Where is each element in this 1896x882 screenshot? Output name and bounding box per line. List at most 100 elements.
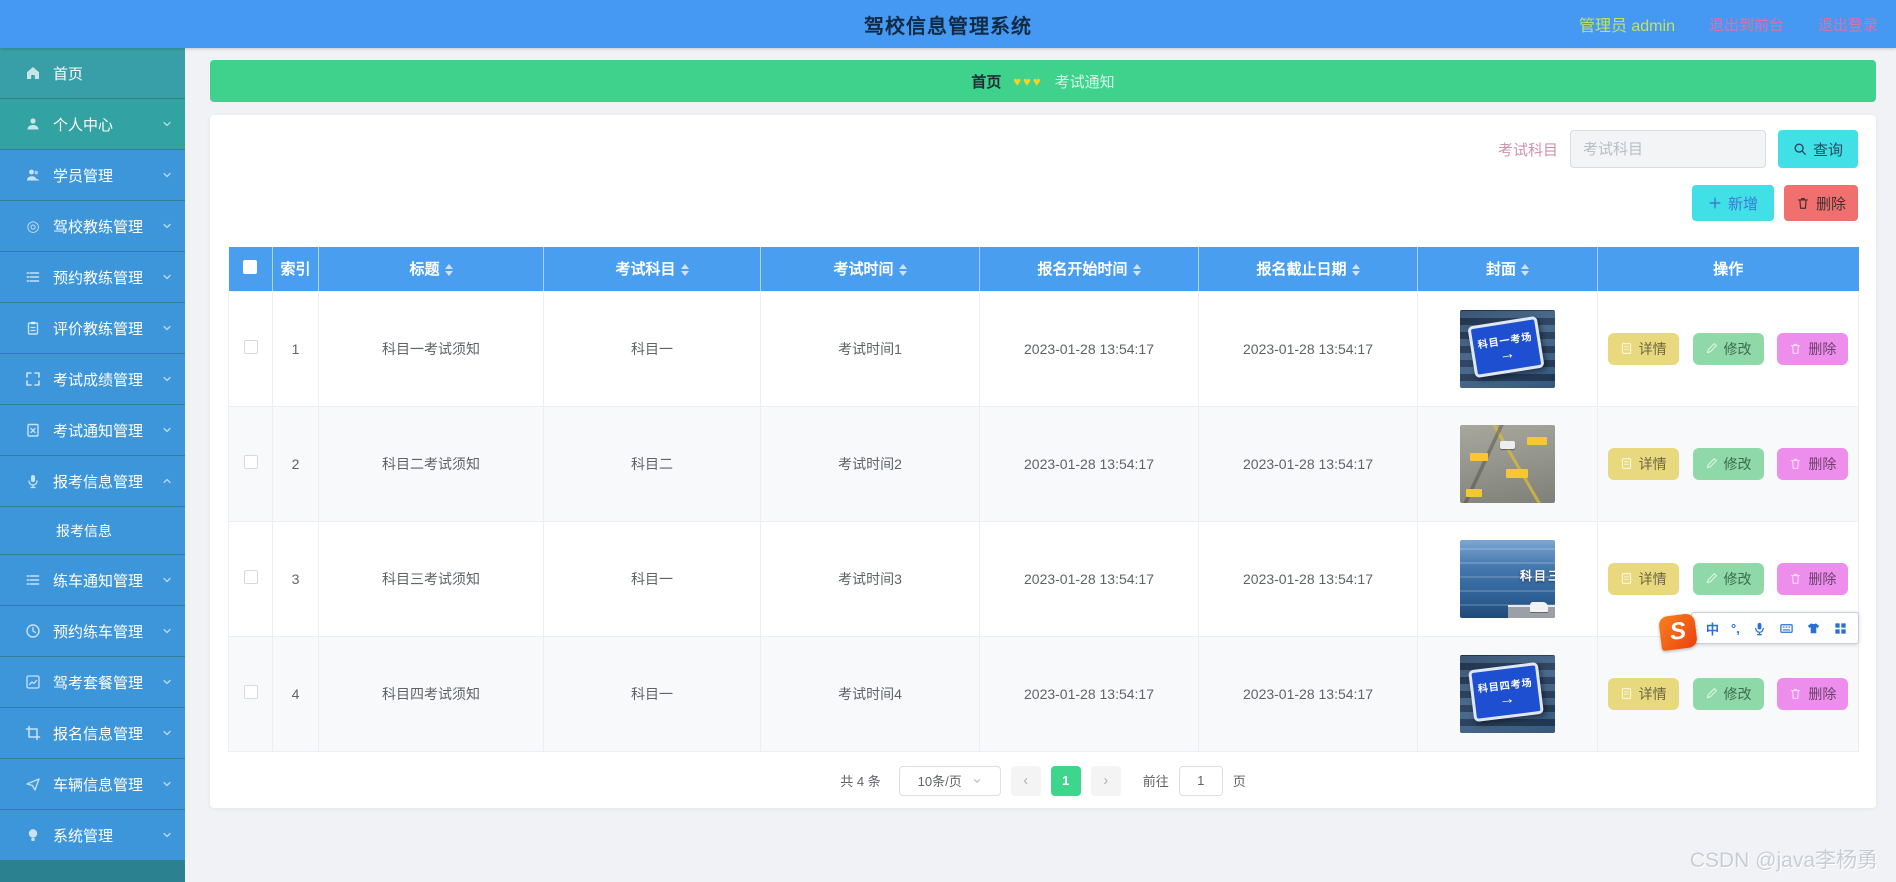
detail-button[interactable]: 详情 bbox=[1607, 332, 1679, 365]
sidebar-item-system-mgmt[interactable]: 系统管理 bbox=[0, 810, 185, 861]
table-row: 2 科目二考试须知 科目二 考试时间2 2023-01-28 13:54:17 … bbox=[228, 405, 1859, 522]
sidebar-item-label: 报名信息管理 bbox=[53, 725, 144, 743]
row-checkbox[interactable] bbox=[243, 340, 258, 354]
detail-button[interactable]: 详情 bbox=[1607, 562, 1679, 595]
table-row: 1 科目一考试须知 科目一 考试时间1 2023-01-28 13:54:17 … bbox=[228, 290, 1859, 407]
crop-icon bbox=[24, 724, 42, 742]
toolbox-icon[interactable] bbox=[1833, 621, 1848, 636]
goto-label: 前往 bbox=[1142, 774, 1169, 789]
column-header-reg-deadline[interactable]: 报名截止日期 bbox=[1198, 247, 1418, 291]
sidebar-item-coach-review[interactable]: 评价教练管理 bbox=[0, 303, 185, 354]
sort-carets-icon[interactable] bbox=[444, 264, 453, 277]
cover-image[interactable]: 科目四考场 → bbox=[1460, 654, 1555, 733]
cover-image[interactable]: 科目一考场 → bbox=[1460, 309, 1555, 388]
sort-carets-icon[interactable] bbox=[680, 264, 689, 277]
clipboard-icon bbox=[24, 319, 42, 337]
cover-image[interactable] bbox=[1460, 424, 1555, 503]
sort-carets-icon[interactable] bbox=[1132, 264, 1141, 277]
sidebar-item-label: 首页 bbox=[53, 65, 84, 83]
row-checkbox[interactable] bbox=[243, 685, 258, 699]
column-header-title[interactable]: 标题 bbox=[318, 247, 544, 291]
sidebar-item-personal-center[interactable]: 个人中心 bbox=[0, 99, 185, 150]
chevron-down-icon bbox=[161, 625, 173, 637]
table-row: 4 科目四考试须知 科目一 考试时间4 2023-01-28 13:54:17 … bbox=[228, 635, 1859, 752]
chevron-up-icon bbox=[161, 475, 173, 487]
exit-to-front-link[interactable]: 退出到前台 bbox=[1709, 14, 1784, 35]
cell-reg-start: 2023-01-28 13:54:17 bbox=[979, 405, 1199, 522]
query-button[interactable]: 查询 bbox=[1778, 130, 1858, 168]
goto-page-input[interactable] bbox=[1178, 765, 1223, 796]
microphone-icon[interactable] bbox=[1752, 621, 1767, 636]
edit-button[interactable]: 修改 bbox=[1692, 447, 1764, 480]
search-input[interactable] bbox=[1570, 130, 1766, 168]
sort-carets-icon[interactable] bbox=[1351, 264, 1360, 277]
column-header-cover[interactable]: 封面 bbox=[1417, 247, 1598, 291]
delete-button[interactable]: 删除 bbox=[1777, 562, 1849, 595]
pencil-icon bbox=[1705, 342, 1718, 355]
current-page-button[interactable]: 1 bbox=[1050, 765, 1081, 796]
table-toolbar: 新增 删除 bbox=[228, 185, 1858, 221]
detail-button[interactable]: 详情 bbox=[1607, 447, 1679, 480]
sidebar-item-signup-info[interactable]: 报名信息管理 bbox=[0, 708, 185, 759]
sidebar-item-vehicle-info[interactable]: 车辆信息管理 bbox=[0, 759, 185, 810]
sidebar-item-label: 车辆信息管理 bbox=[53, 776, 144, 794]
sidebar-item-coach-booking[interactable]: 预约教练管理 bbox=[0, 252, 185, 303]
cell-title: 科目一考试须知 bbox=[318, 290, 544, 407]
delete-button[interactable]: 删除 bbox=[1777, 447, 1849, 480]
cell-reg-deadline: 2023-01-28 13:54:17 bbox=[1198, 520, 1418, 637]
breadcrumb-home[interactable]: 首页 bbox=[971, 71, 1001, 92]
sogou-logo-icon[interactable]: S bbox=[1658, 612, 1698, 652]
sort-carets-icon[interactable] bbox=[898, 264, 907, 277]
table-header-row: 索引 标题 考试科目 考试时间 报名开始时间 报名截止日期 封面 操作 bbox=[228, 247, 1859, 291]
sidebar-item-exam-packages[interactable]: 驾考套餐管理 bbox=[0, 657, 185, 708]
document-x-icon bbox=[24, 421, 42, 439]
fullscreen-icon bbox=[24, 370, 42, 388]
user-icon bbox=[24, 115, 42, 133]
punctuation-icon[interactable]: °, bbox=[1731, 621, 1740, 636]
sidebar-item-home[interactable]: 首页 bbox=[0, 48, 185, 99]
sidebar-item-registration-info-mgmt[interactable]: 报考信息管理 bbox=[0, 456, 185, 507]
edit-button[interactable]: 修改 bbox=[1692, 677, 1764, 710]
trash-icon bbox=[1789, 687, 1802, 700]
data-table: 索引 标题 考试科目 考试时间 报名开始时间 报名截止日期 封面 操作 1 科目… bbox=[228, 247, 1859, 752]
edit-button[interactable]: 修改 bbox=[1692, 562, 1764, 595]
sidebar-item-practice-booking[interactable]: 预约练车管理 bbox=[0, 606, 185, 657]
column-header-subject[interactable]: 考试科目 bbox=[543, 247, 761, 291]
header-right-links: 管理员 admin 退出到前台 退出登录 bbox=[1579, 0, 1878, 48]
breadcrumb-current: 考试通知 bbox=[1054, 73, 1115, 91]
sidebar-item-students[interactable]: 学员管理 bbox=[0, 150, 185, 201]
edit-button[interactable]: 修改 bbox=[1692, 332, 1764, 365]
row-checkbox[interactable] bbox=[243, 455, 258, 469]
delete-button[interactable]: 删除 bbox=[1777, 332, 1849, 365]
column-header-index[interactable]: 索引 bbox=[272, 247, 319, 291]
keyboard-icon[interactable] bbox=[1779, 621, 1794, 636]
column-header-reg-start[interactable]: 报名开始时间 bbox=[979, 247, 1199, 291]
delete-button[interactable]: 删除 bbox=[1777, 677, 1849, 710]
sidebar-item-label: 考试通知管理 bbox=[53, 422, 144, 440]
sidebar-item-exam-scores[interactable]: 考试成绩管理 bbox=[0, 354, 185, 405]
add-button[interactable]: 新增 bbox=[1692, 185, 1774, 221]
prev-page-button[interactable]: ‹ bbox=[1010, 765, 1041, 796]
delete-selected-button[interactable]: 删除 bbox=[1784, 185, 1858, 221]
sidebar-item-label: 练车通知管理 bbox=[53, 572, 144, 590]
row-checkbox[interactable] bbox=[243, 570, 258, 584]
pencil-icon bbox=[1705, 572, 1718, 585]
goto-page-suffix: 页 bbox=[1232, 774, 1246, 789]
sidebar-item-exam-notice[interactable]: 考试通知管理 bbox=[0, 405, 185, 456]
next-page-button[interactable]: › bbox=[1090, 765, 1121, 796]
skin-icon[interactable] bbox=[1806, 621, 1821, 636]
sidebar-subitem-registration-info[interactable]: 报考信息 bbox=[0, 507, 185, 555]
select-all-checkbox[interactable] bbox=[243, 259, 258, 274]
sidebar-item-label: 考试成绩管理 bbox=[53, 371, 144, 389]
sort-carets-icon[interactable] bbox=[1521, 264, 1529, 277]
logout-link[interactable]: 退出登录 bbox=[1818, 14, 1878, 35]
column-header-exam-time[interactable]: 考试时间 bbox=[760, 247, 980, 291]
sidebar-item-practice-notice[interactable]: 练车通知管理 bbox=[0, 555, 185, 606]
sidebar-item-coaches[interactable]: ◎ 驾校教练管理 bbox=[0, 201, 185, 252]
detail-button[interactable]: 详情 bbox=[1607, 677, 1679, 710]
page-size-select[interactable]: 10条/页 bbox=[898, 765, 1001, 796]
chinese-mode-icon[interactable]: 中 bbox=[1706, 619, 1719, 638]
chevron-down-icon bbox=[161, 118, 173, 130]
cell-index: 2 bbox=[272, 405, 319, 522]
cover-image[interactable]: 科目三考试 bbox=[1460, 539, 1555, 618]
